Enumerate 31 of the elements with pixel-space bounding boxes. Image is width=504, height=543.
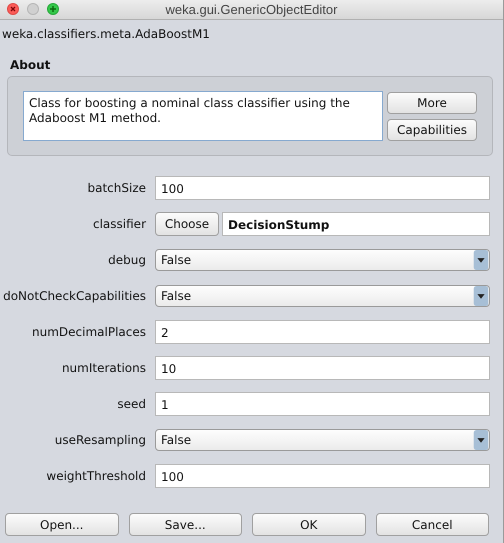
classifier-field: DecisionStump: [222, 212, 490, 236]
dialog-button[interactable]: Open...: [5, 513, 118, 536]
class-name: weka.classifiers.meta.AdaBoostM1: [1, 26, 211, 41]
property-label: numIterations: [60, 360, 146, 377]
property-label: seed: [116, 396, 146, 413]
property-label: classifier: [92, 216, 146, 233]
property-label: weightThreshold: [45, 468, 146, 485]
dropdown[interactable]: False: [155, 429, 490, 451]
dropdown[interactable]: False: [155, 285, 490, 307]
about-button[interactable]: More: [387, 92, 477, 114]
choose-button[interactable]: Choose: [155, 212, 219, 236]
text-field[interactable]: 10: [155, 356, 490, 380]
description-text: Class for boosting a nominal class classifier using the Adaboost M1 method.: [23, 91, 383, 141]
property-label: batchSize: [86, 180, 146, 197]
close-icon[interactable]: [7, 3, 19, 15]
dialog-button[interactable]: Save...: [128, 513, 242, 536]
about-button[interactable]: Capabilities: [387, 118, 477, 140]
window-title: weka.gui.GenericObjectEditor: [166, 2, 338, 17]
property-label: numDecimalPlaces: [31, 324, 146, 341]
property-label: useResampling: [54, 432, 146, 449]
property-label: debug: [107, 252, 146, 269]
text-field[interactable]: 100: [155, 464, 490, 488]
text-field[interactable]: 2: [155, 320, 490, 344]
text-field[interactable]: 1: [155, 392, 490, 416]
property-label: doNotCheckCapabilities: [2, 288, 146, 305]
dialog-button[interactable]: OK: [252, 513, 366, 536]
dropdown[interactable]: False: [155, 249, 490, 271]
about-heading: About: [9, 57, 52, 72]
dialog-button[interactable]: Cancel: [376, 513, 489, 536]
text-field[interactable]: 100: [155, 176, 490, 200]
zoom-icon[interactable]: [47, 3, 59, 15]
